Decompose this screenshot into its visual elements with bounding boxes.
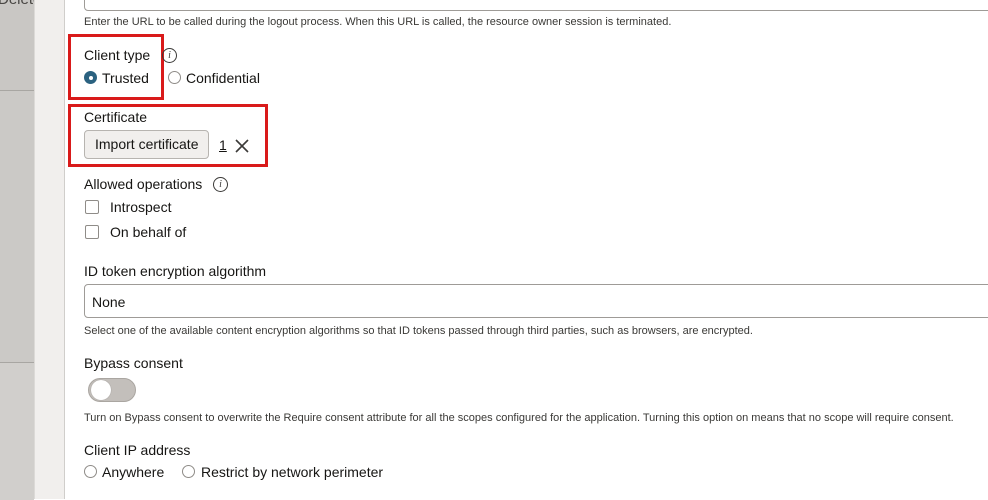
checkbox-icon[interactable] — [85, 225, 99, 239]
checkbox-icon[interactable] — [85, 200, 99, 214]
background-segment — [0, 0, 34, 90]
radio-selected-icon[interactable] — [84, 71, 97, 84]
allowed-op-introspect[interactable]: Introspect — [84, 199, 194, 216]
client-ip-label: Client IP address — [84, 442, 191, 458]
toggle-knob — [91, 380, 111, 400]
highlight-box-client-type — [68, 34, 164, 100]
radio-label: Trusted — [102, 70, 149, 86]
client-type-label: Client type — [84, 47, 151, 63]
radio-label: Confidential — [186, 70, 260, 86]
radio-label: Restrict by network perimeter — [201, 464, 384, 480]
client-type-option-confidential[interactable]: Confidential — [168, 70, 268, 88]
import-certificate-button[interactable]: Import certificate — [84, 130, 210, 159]
allowed-op-on-behalf-of[interactable]: On behalf of — [84, 224, 204, 241]
id-token-encryption-select[interactable]: None — [84, 284, 988, 318]
logout-url-input[interactable] — [84, 0, 988, 11]
id-token-encryption-label: ID token encryption algorithm — [84, 263, 267, 279]
client-type-option-trusted[interactable]: Trusted — [84, 70, 154, 88]
close-icon[interactable] — [235, 139, 249, 153]
bypass-consent-toggle[interactable] — [88, 378, 136, 402]
radio-icon[interactable] — [182, 465, 195, 478]
client-ip-option-restrict[interactable]: Restrict by network perimeter — [182, 464, 387, 482]
background-segment — [0, 90, 34, 363]
background-segment — [0, 362, 34, 500]
bypass-consent-label: Bypass consent — [84, 355, 183, 371]
client-ip-option-anywhere[interactable]: Anywhere — [84, 464, 169, 482]
radio-icon[interactable] — [84, 465, 97, 478]
checkbox-label: On behalf of — [110, 224, 187, 240]
info-icon[interactable]: i — [162, 48, 177, 63]
checkbox-label: Introspect — [110, 199, 172, 215]
bypass-consent-help: Turn on Bypass consent to overwrite the … — [84, 412, 954, 424]
radio-icon[interactable] — [168, 71, 181, 84]
radio-label: Anywhere — [102, 464, 165, 480]
allowed-operations-label: Allowed operations — [84, 176, 203, 192]
panel-rail — [34, 0, 65, 499]
background-panel: Delete — [0, 0, 41, 500]
info-icon[interactable]: i — [213, 177, 228, 192]
id-token-encryption-help: Select one of the available content encr… — [84, 325, 753, 337]
certificate-label: Certificate — [84, 109, 148, 125]
logout-url-help: Enter the URL to be called during the lo… — [84, 16, 672, 28]
select-value: None — [92, 294, 126, 310]
certificate-count-link[interactable]: 1 — [219, 137, 227, 153]
